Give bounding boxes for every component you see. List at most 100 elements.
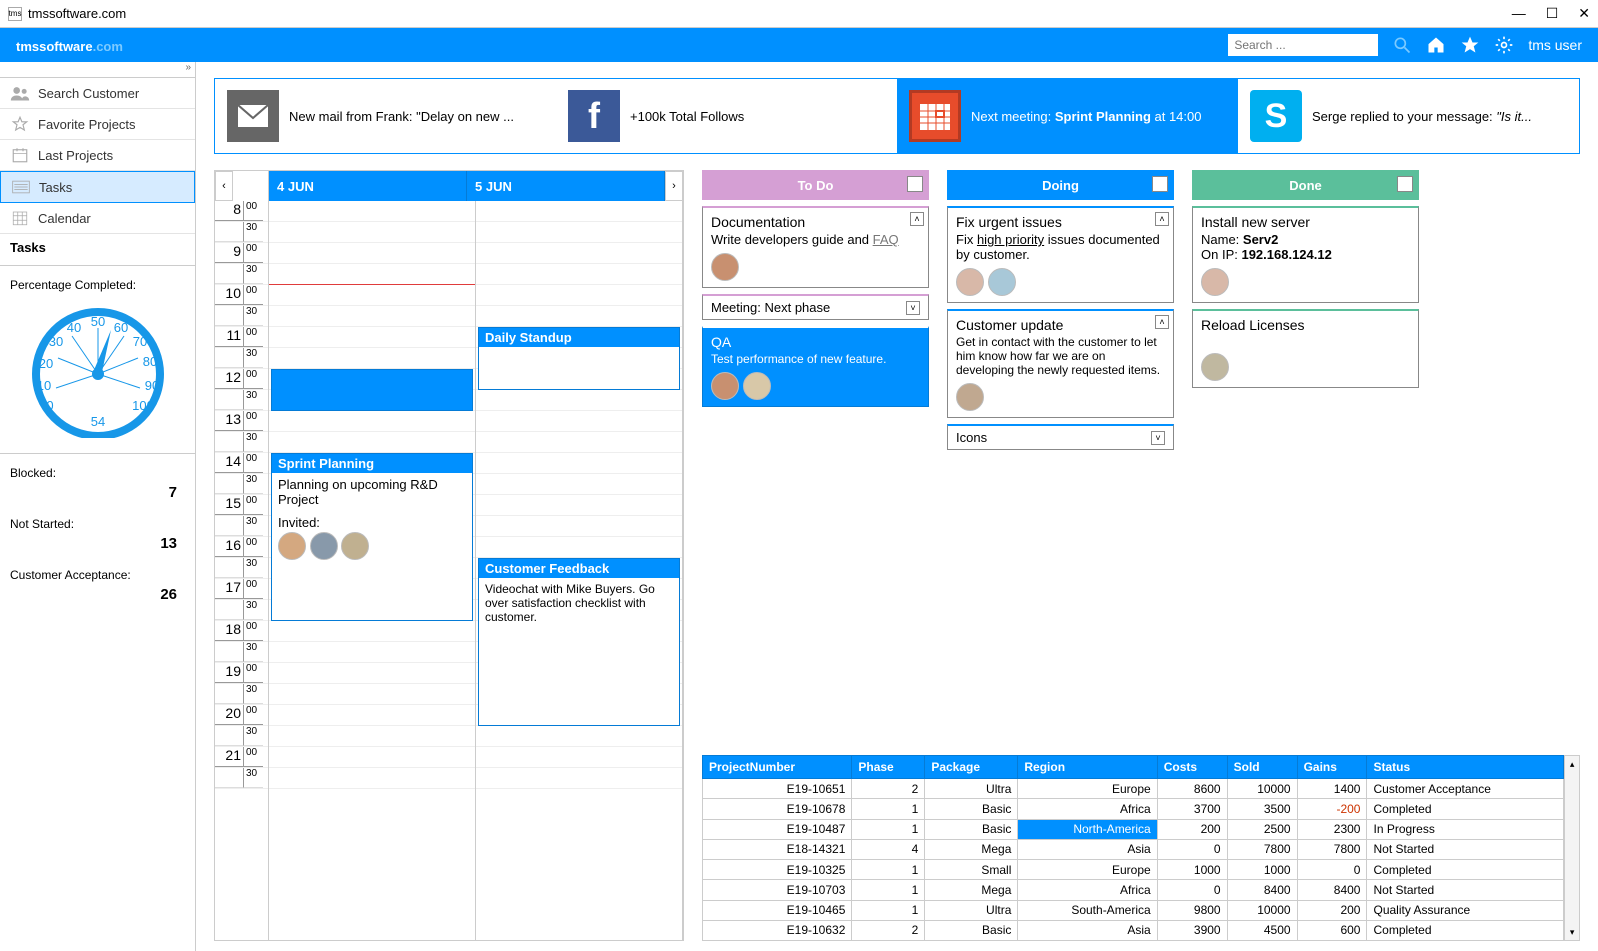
avatar: [1201, 353, 1229, 381]
star-icon[interactable]: [1460, 35, 1480, 55]
collapse-icon[interactable]: ‹: [1152, 176, 1168, 192]
calendar-icon: [10, 146, 30, 164]
kanban-card-server[interactable]: Install new server Name: Serv2 On IP: 19…: [1192, 206, 1419, 303]
chevron-down-icon[interactable]: ˅: [906, 301, 920, 315]
sidebar-item-tasks[interactable]: Tasks: [0, 171, 195, 203]
svg-text:50: 50: [90, 314, 104, 329]
stat-value-acceptance: 26: [0, 584, 195, 611]
home-icon[interactable]: [1426, 35, 1446, 55]
calendar-prev-button[interactable]: ‹: [215, 171, 233, 201]
table-header[interactable]: Package: [925, 756, 1018, 779]
table-row[interactable]: E19-103251SmallEurope100010000Completed: [703, 860, 1564, 880]
calendar-day-1[interactable]: Sprint Planning Planning on upcoming R&D…: [269, 201, 476, 940]
notification-facebook[interactable]: f +100k Total Follows: [556, 79, 897, 153]
chevron-down-icon[interactable]: ˅: [1151, 431, 1165, 445]
notification-text: Next meeting: Sprint Planning at 14:00: [971, 109, 1202, 124]
kanban-col-title: Doing: [1042, 178, 1079, 193]
calendar-event-feedback[interactable]: Customer Feedback Videochat with Mike Bu…: [478, 558, 680, 726]
table-header[interactable]: Costs: [1157, 756, 1227, 779]
collapse-icon[interactable]: ‹: [1397, 176, 1413, 192]
projects-table[interactable]: ProjectNumberPhasePackageRegionCostsSold…: [702, 755, 1564, 941]
sidebar-item-search-customer[interactable]: Search Customer: [0, 78, 195, 109]
card-desc: Write developers guide and FAQ: [711, 232, 920, 247]
kanban-card-qa[interactable]: QA Test performance of new feature.: [702, 326, 929, 407]
notification-skype[interactable]: S Serge replied to your message: "Is it.…: [1238, 79, 1579, 153]
search-input[interactable]: [1228, 34, 1378, 56]
kanban-col-header: To Do ‹: [702, 170, 929, 200]
sidebar-item-favorite-projects[interactable]: Favorite Projects: [0, 109, 195, 140]
sidebar-item-calendar[interactable]: Calendar: [0, 203, 195, 234]
card-title: Meeting: Next phase: [711, 300, 830, 315]
card-title: Fix urgent issues: [956, 214, 1165, 230]
table-header[interactable]: Status: [1367, 756, 1564, 779]
user-label[interactable]: tms user: [1528, 37, 1582, 53]
calendar-day-header[interactable]: 5 JUN: [467, 171, 665, 201]
app-favicon: tms: [8, 7, 22, 21]
event-title: Daily Standup: [479, 328, 679, 347]
kanban-board: To Do ‹ ˄ Documentation Write developers…: [702, 170, 1580, 739]
calendar-event-block[interactable]: [271, 369, 473, 411]
table-row[interactable]: E18-143214MegaAsia078007800Not Started: [703, 839, 1564, 859]
gauge-widget: 01020 304050 607080 90100 54: [0, 294, 195, 449]
table-header[interactable]: Gains: [1297, 756, 1367, 779]
scroll-down-icon[interactable]: ▾: [1565, 924, 1579, 940]
kanban-card-icons[interactable]: Icons ˅: [947, 424, 1174, 450]
gear-icon[interactable]: [1494, 35, 1514, 55]
avatar: [310, 532, 338, 560]
kanban-card-licenses[interactable]: Reload Licenses: [1192, 309, 1419, 388]
stat-value-blocked: 7: [0, 482, 195, 509]
table-row[interactable]: E19-104871BasicNorth-America20025002300I…: [703, 819, 1564, 839]
avatar: [341, 532, 369, 560]
app-logo: tmssoftware.com: [16, 35, 123, 56]
avatar: [1201, 268, 1229, 296]
card-desc: Name: Serv2 On IP: 192.168.124.12: [1201, 232, 1410, 262]
table-row[interactable]: E19-104651UltraSouth-America980010000200…: [703, 900, 1564, 920]
notification-strip: New mail from Frank: "Delay on new ... f…: [214, 78, 1580, 154]
sidebar-item-last-projects[interactable]: Last Projects: [0, 140, 195, 171]
calendar-day-2[interactable]: Daily Standup Customer Feedback Videocha…: [476, 201, 683, 940]
kanban-col-todo: To Do ‹ ˄ Documentation Write developers…: [702, 170, 929, 739]
table-row[interactable]: E19-106781BasicAfrica37003500-200Complet…: [703, 799, 1564, 819]
collapse-icon[interactable]: ‹: [907, 176, 923, 192]
table-row[interactable]: E19-107031MegaAfrica084008400Not Started: [703, 880, 1564, 900]
calendar-next-button[interactable]: ›: [665, 171, 683, 201]
svg-text:30: 30: [48, 334, 62, 349]
table-header[interactable]: Sold: [1227, 756, 1297, 779]
current-time-line: [269, 284, 475, 285]
kanban-card-urgent[interactable]: ˄ Fix urgent issues Fix high priority is…: [947, 206, 1174, 303]
scroll-up-icon[interactable]: ▴: [1565, 756, 1579, 772]
window-close[interactable]: ✕: [1578, 5, 1590, 22]
table-scrollbar[interactable]: ▴ ▾: [1564, 755, 1580, 941]
table-row[interactable]: E19-106512UltraEurope8600100001400Custom…: [703, 779, 1564, 799]
svg-text:40: 40: [66, 320, 80, 335]
app-header: tmssoftware.com tms user: [0, 28, 1598, 62]
table-header[interactable]: Region: [1018, 756, 1157, 779]
notification-meeting[interactable]: Next meeting: Sprint Planning at 14:00: [897, 79, 1238, 153]
card-title: Customer update: [956, 317, 1165, 333]
svg-text:80: 80: [142, 354, 156, 369]
kanban-card-meeting[interactable]: Meeting: Next phase ˅: [702, 294, 929, 320]
users-icon: [10, 84, 30, 102]
avatar: [278, 532, 306, 560]
window-minimize[interactable]: —: [1512, 5, 1526, 22]
chevron-up-icon[interactable]: ˄: [1155, 212, 1169, 226]
chevron-up-icon[interactable]: ˄: [1155, 315, 1169, 329]
table-header[interactable]: ProjectNumber: [703, 756, 852, 779]
table-row[interactable]: E19-106322BasicAsia39004500600Completed: [703, 920, 1564, 940]
kanban-card-update[interactable]: ˄ Customer update Get in contact with th…: [947, 309, 1174, 418]
calendar-event-sprint[interactable]: Sprint Planning Planning on upcoming R&D…: [271, 453, 473, 621]
svg-text:20: 20: [38, 356, 52, 371]
avatar: [956, 268, 984, 296]
event-desc: Videochat with Mike Buyers. Go over sati…: [479, 578, 679, 628]
calendar-event-standup[interactable]: Daily Standup: [478, 327, 680, 390]
chevron-up-icon[interactable]: ˄: [910, 212, 924, 226]
sidebar-collapse-button[interactable]: »: [0, 62, 195, 78]
notification-mail[interactable]: New mail from Frank: "Delay on new ...: [215, 79, 556, 153]
calendar-day-header[interactable]: 4 JUN: [269, 171, 467, 201]
search-icon[interactable]: [1392, 35, 1412, 55]
window-maximize[interactable]: ☐: [1546, 5, 1559, 22]
kanban-card-documentation[interactable]: ˄ Documentation Write developers guide a…: [702, 206, 929, 288]
table-header[interactable]: Phase: [852, 756, 925, 779]
stat-label-notstarted: Not Started:: [0, 509, 195, 533]
event-invited-label: Invited:: [278, 515, 466, 530]
